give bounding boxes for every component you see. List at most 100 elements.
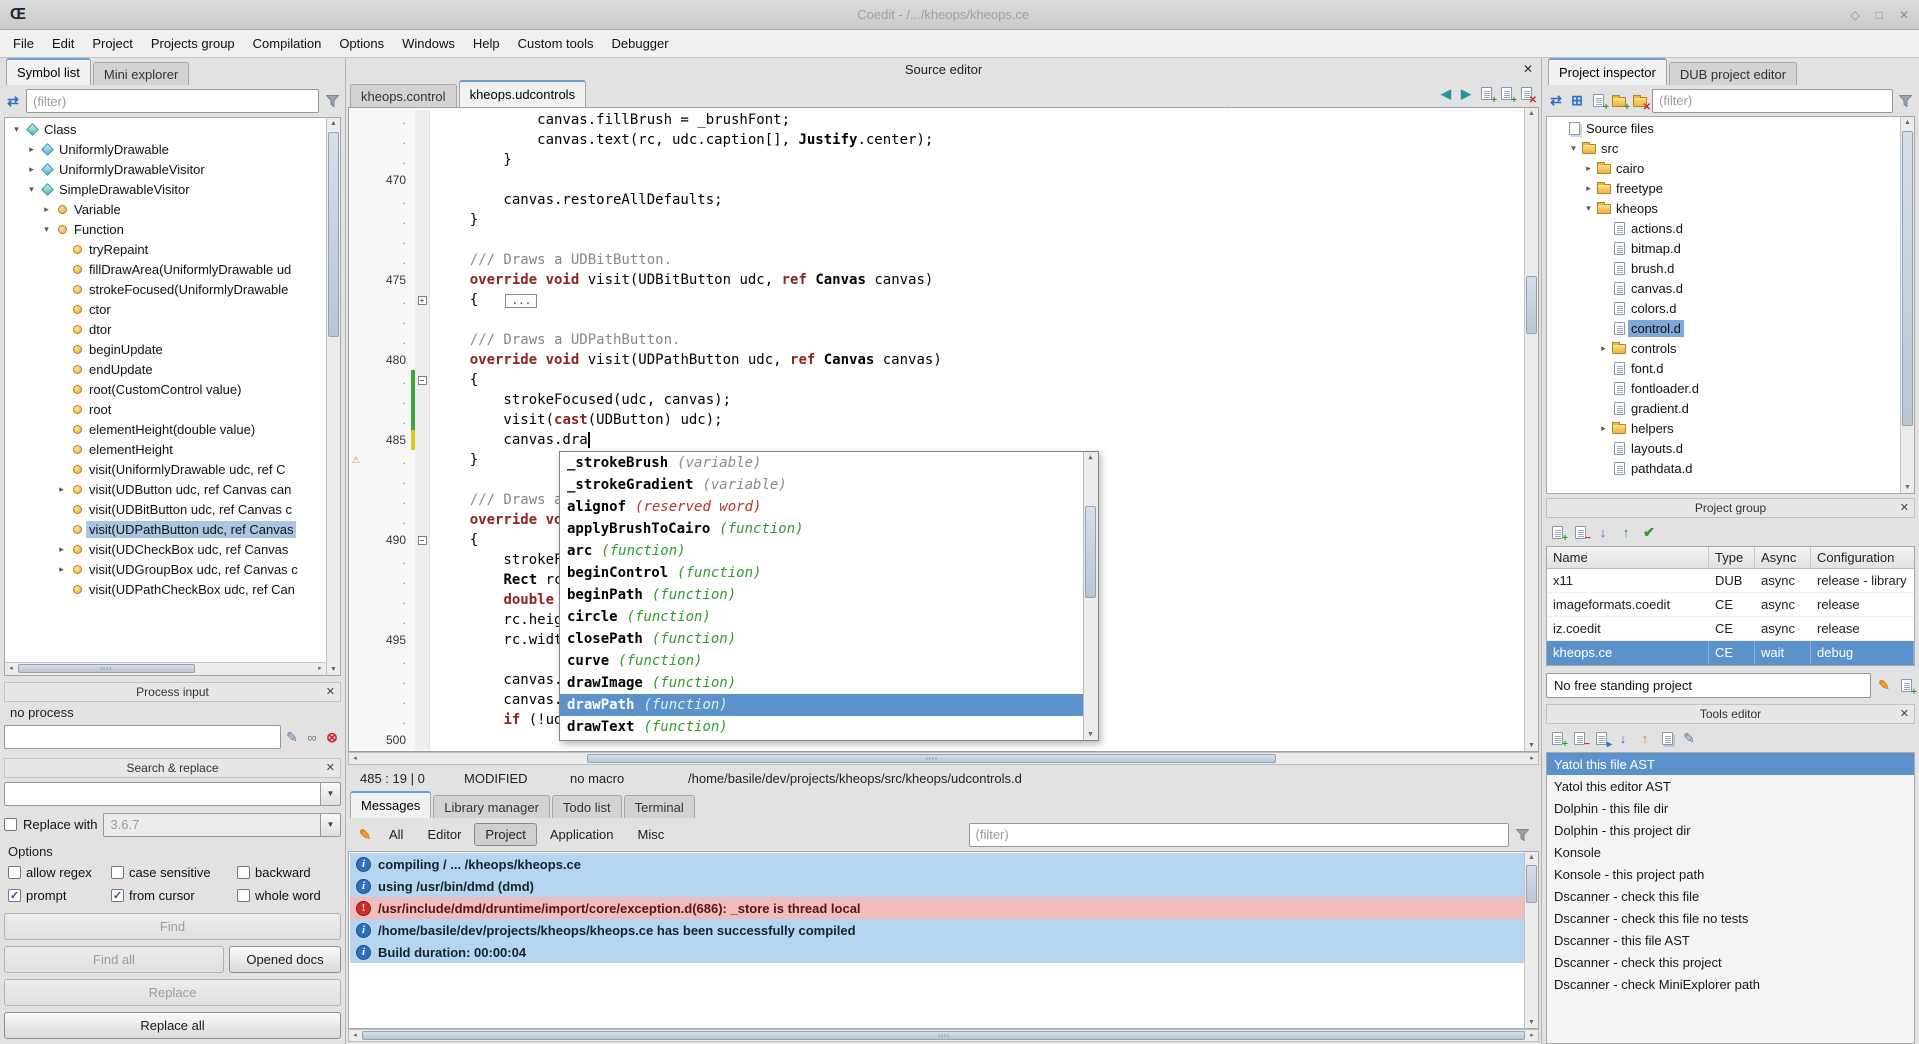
message-row[interactable]: !/usr/include/dmd/druntime/import/core/e… — [350, 897, 1524, 919]
project-row-imageformats-coedit[interactable]: imageformats.coeditCEasyncrelease — [1547, 593, 1914, 617]
file-item-fontloader-d[interactable]: fontloader.d — [1548, 378, 1900, 398]
symbol-item-class[interactable]: ▾Class — [6, 119, 326, 139]
previous-document-icon[interactable]: ◀ — [1437, 85, 1455, 103]
send-input-icon[interactable]: ✎ — [283, 728, 301, 746]
file-item-font-d[interactable]: font.d — [1548, 358, 1900, 378]
scrollbar-thumb[interactable] — [1526, 276, 1537, 334]
tool-dscanner-check-this-file-no-tests[interactable]: Dscanner - check this file no tests — [1547, 907, 1914, 929]
code-editor[interactable]: . canvas.fillBrush = _brushFont;. canvas… — [348, 107, 1539, 752]
tree-view-icon[interactable]: ⊞ — [1568, 92, 1586, 110]
process-input-field[interactable] — [4, 725, 281, 749]
menu-options[interactable]: Options — [330, 30, 393, 57]
file-item-cairo[interactable]: ▸cairo — [1548, 158, 1900, 178]
symbol-item-visit-udcheckbox-udc-ref-canvas[interactable]: ▸visit(UDCheckBox udc, ref Canvas — [6, 539, 326, 559]
scroll-down-icon[interactable]: ▼ — [327, 664, 340, 675]
move-tool-down-icon[interactable]: ↓ — [1614, 729, 1632, 747]
file-item-brush-d[interactable]: brush.d — [1548, 258, 1900, 278]
collapse-icon[interactable]: ▾ — [1582, 203, 1595, 214]
scrollbar-thumb[interactable] — [1526, 865, 1537, 903]
expand-icon[interactable]: ▸ — [1597, 423, 1610, 434]
symbol-item-visit-udpathcheckbox-udc-ref-can[interactable]: visit(UDPathCheckBox udc, ref Can — [6, 579, 326, 599]
symbol-filter-menu-icon[interactable] — [323, 92, 341, 110]
scroll-right-icon[interactable]: ▸ — [1526, 1030, 1538, 1042]
symbol-item-dtor[interactable]: dtor — [6, 319, 326, 339]
symbol-item-ctor[interactable]: ctor — [6, 299, 326, 319]
scroll-down-icon[interactable]: ▼ — [1525, 1017, 1538, 1028]
file-item-source-files[interactable]: Source files — [1548, 118, 1900, 138]
checkbox-from-cursor[interactable]: ✓from cursor — [111, 885, 237, 905]
file-item-control-d[interactable]: control.d — [1548, 318, 1900, 338]
tool-dscanner-check-miniexplorer-path[interactable]: Dscanner - check MiniExplorer path — [1547, 973, 1914, 995]
editor-tab-kheops-udcontrols[interactable]: kheops.udcontrols — [459, 80, 587, 107]
scroll-up-icon[interactable]: ▲ — [1525, 852, 1538, 863]
file-item-layouts-d[interactable]: layouts.d — [1548, 438, 1900, 458]
menu-windows[interactable]: Windows — [393, 30, 464, 57]
symbol-item-beginupdate[interactable]: beginUpdate — [6, 339, 326, 359]
scroll-right-icon[interactable]: ▸ — [314, 663, 326, 675]
tool-yatol-this-editor-ast[interactable]: Yatol this editor AST — [1547, 775, 1914, 797]
file-item-kheops[interactable]: ▾kheops — [1548, 198, 1900, 218]
completion-item-circle[interactable]: circle(function) — [560, 606, 1083, 628]
checkbox-prompt[interactable]: ✓prompt — [8, 885, 111, 905]
tool-dscanner-this-file-ast[interactable]: Dscanner - this file AST — [1547, 929, 1914, 951]
column-async[interactable]: Async — [1755, 547, 1811, 568]
scroll-left-icon[interactable]: ◂ — [5, 663, 17, 675]
project-row-x11[interactable]: x11DUBasyncrelease - library — [1547, 569, 1914, 593]
completion-item-applybrushtocairo[interactable]: applyBrushToCairo(function) — [560, 518, 1083, 540]
menu-debugger[interactable]: Debugger — [603, 30, 678, 57]
tool-dolphin-this-file-dir[interactable]: Dolphin - this file dir — [1547, 797, 1914, 819]
tools-editor-close-icon[interactable]: ✕ — [1900, 707, 1909, 720]
close-button[interactable]: ✕ — [1899, 8, 1909, 22]
find-button[interactable]: Find — [4, 913, 341, 940]
menu-help[interactable]: Help — [464, 30, 509, 57]
symbol-item-uniformlydrawable[interactable]: ▸UniformlyDrawable — [6, 139, 326, 159]
project-group-close-icon[interactable]: ✕ — [1900, 501, 1909, 514]
messages-filter-project[interactable]: Project — [474, 823, 536, 846]
tab-dub-project-editor[interactable]: DUB project editor — [1669, 62, 1797, 85]
scroll-left-icon[interactable]: ◂ — [349, 1030, 361, 1042]
clone-tool-icon[interactable] — [1658, 729, 1676, 747]
symbol-tree-vscrollbar[interactable]: ▲ ▼ — [326, 118, 340, 675]
editor-vscrollbar[interactable]: ▲ ▼ — [1524, 108, 1538, 751]
close-document-icon[interactable]: ✕ — [1517, 85, 1535, 103]
file-item-controls[interactable]: ▸controls — [1548, 338, 1900, 358]
scroll-up-icon[interactable]: ▲ — [1084, 452, 1097, 463]
symbol-item-visit-udbutton-udc-ref-canvas-can[interactable]: ▸visit(UDButton udc, ref Canvas can — [6, 479, 326, 499]
menu-custom-tools[interactable]: Custom tools — [509, 30, 603, 57]
new-document-icon[interactable]: + — [1477, 85, 1495, 103]
project-filter-menu-icon[interactable] — [1896, 92, 1914, 110]
messages-filter-menu-icon[interactable] — [1513, 826, 1531, 844]
minimize-button[interactable]: ◇ — [1850, 8, 1859, 22]
collapse-icon[interactable]: ▾ — [40, 224, 53, 235]
kill-process-icon[interactable]: ⊗ — [323, 728, 341, 746]
project-row-iz-coedit[interactable]: iz.coeditCEasyncrelease — [1547, 617, 1914, 641]
scroll-down-icon[interactable]: ▼ — [1084, 729, 1097, 740]
process-input-close-icon[interactable]: ✕ — [326, 685, 335, 698]
menu-compilation[interactable]: Compilation — [244, 30, 331, 57]
tool-dolphin-this-project-dir[interactable]: Dolphin - this project dir — [1547, 819, 1914, 841]
tab-mini-explorer[interactable]: Mini explorer — [93, 62, 189, 85]
completion-item-closepath[interactable]: closePath(function) — [560, 628, 1083, 650]
symbol-item-variable[interactable]: ▸Variable — [6, 199, 326, 219]
checkbox-backward[interactable]: backward — [237, 862, 339, 882]
completion-item-beginpath[interactable]: beginPath(function) — [560, 584, 1083, 606]
column-type[interactable]: Type — [1709, 547, 1755, 568]
expand-icon[interactable]: ▸ — [1582, 163, 1595, 174]
completion-item-alignof[interactable]: alignof(reserved word) — [560, 496, 1083, 518]
replace-dropdown-icon[interactable]: ▼ — [321, 813, 341, 837]
message-row[interactable]: icompiling / ... /kheops/kheops.ce — [350, 853, 1524, 875]
maximize-button[interactable]: □ — [1876, 8, 1883, 22]
search-input[interactable] — [4, 782, 321, 806]
next-document-icon[interactable]: ▶ — [1457, 85, 1475, 103]
scrollbar-thumb[interactable] — [1085, 506, 1096, 598]
expand-icon[interactable]: ▸ — [25, 164, 38, 175]
messages-filter-all[interactable]: All — [378, 823, 414, 846]
completion-item-strokebrush[interactable]: _strokeBrush(variable) — [560, 452, 1083, 474]
scroll-left-icon[interactable]: ◂ — [349, 753, 361, 765]
completion-item-arc[interactable]: arc(function) — [560, 540, 1083, 562]
scroll-down-icon[interactable]: ▼ — [1525, 740, 1538, 751]
find-all-button[interactable]: Find all — [4, 946, 224, 973]
symbol-item-elementheight[interactable]: elementHeight — [6, 439, 326, 459]
file-item-colors-d[interactable]: colors.d — [1548, 298, 1900, 318]
fold-toggle-icon[interactable]: + — [418, 296, 427, 305]
